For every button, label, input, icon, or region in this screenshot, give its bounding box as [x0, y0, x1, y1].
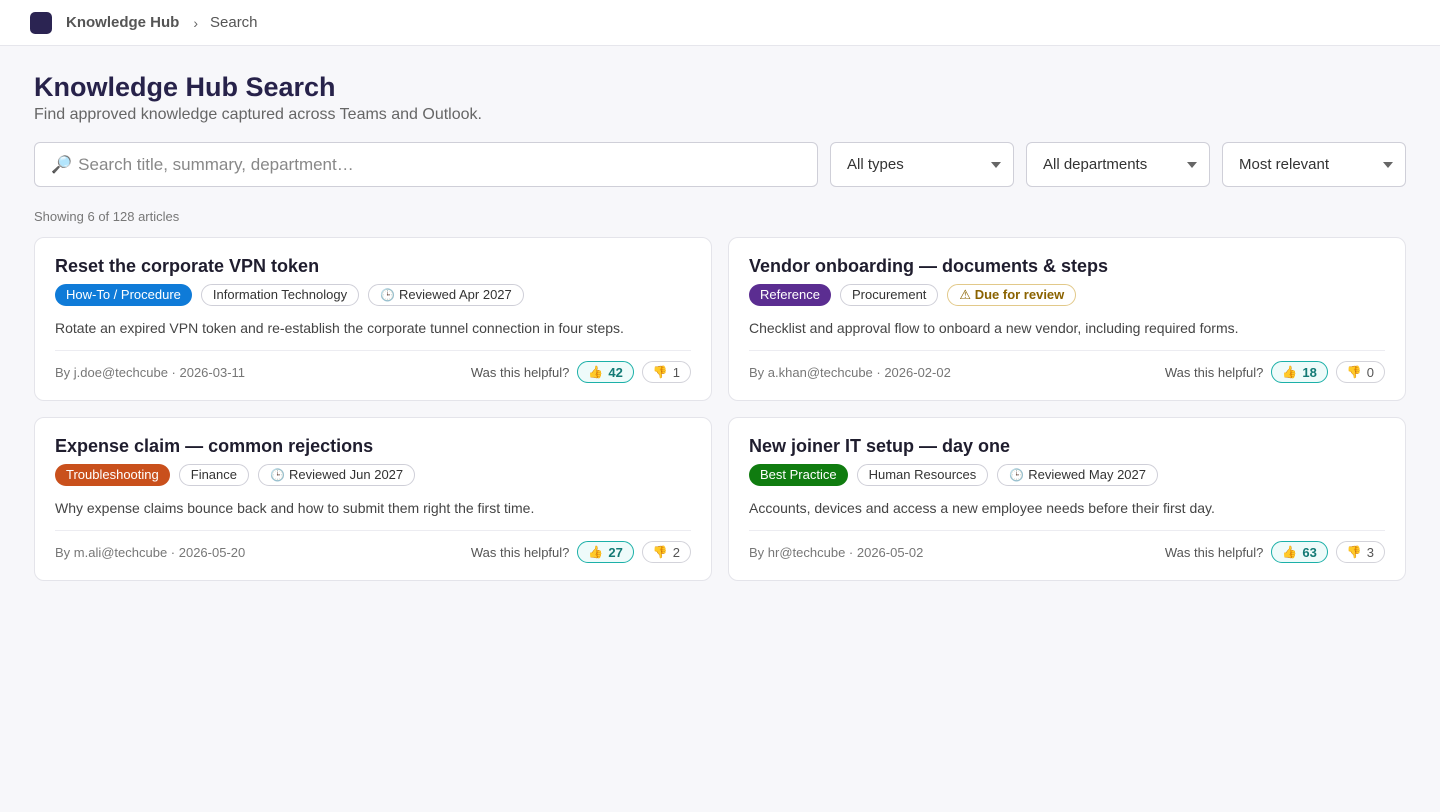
chevron-down-icon — [991, 161, 1001, 168]
thumbs-up-icon: 👍 — [1282, 365, 1298, 379]
thumbs-up-icon: 👍 — [1282, 545, 1298, 559]
breadcrumb-current: Search — [210, 14, 258, 31]
type-filter-select[interactable]: All types — [830, 142, 1014, 187]
type-badge: Best Practice — [749, 463, 848, 486]
breadcrumb-separator-icon: › — [193, 14, 198, 31]
type-badge: Troubleshooting — [55, 463, 170, 486]
thumbs-down-count: 3 — [1366, 544, 1374, 560]
department-tag: Human Resources — [856, 463, 989, 486]
card-footer: By m.ali@techcube · 2026-05-20 Was this … — [55, 531, 691, 573]
thumbs-up-count: 27 — [608, 544, 623, 560]
sort-select[interactable]: Most relevant — [1222, 142, 1406, 187]
review-tag: 🕒 Reviewed Apr 2027 — [368, 283, 524, 306]
page-title: Knowledge Hub Search — [34, 72, 336, 102]
result-count: Showing 6 of 128 articles — [34, 209, 180, 224]
due-review-tag: ⚠ Due for review — [947, 283, 1077, 306]
thumbs-down-count: 2 — [672, 544, 680, 560]
review-label: Due for review — [974, 287, 1065, 302]
thumbs-up-icon: 👍 — [588, 545, 604, 559]
article-summary: Why expense claims bounce back and how t… — [55, 500, 535, 516]
review-tag: 🕒 Reviewed May 2027 — [997, 463, 1158, 486]
article-title[interactable]: New joiner IT setup — day one — [749, 435, 1385, 457]
article-tags: How-To / Procedure Information Technolog… — [55, 283, 691, 306]
thumbs-up-count: 18 — [1302, 364, 1317, 380]
article-summary: Accounts, devices and access a new emplo… — [749, 500, 1215, 516]
thumbs-down-button[interactable]: 👎 2 — [641, 541, 691, 563]
article-card[interactable]: New joiner IT setup — day one Best Pract… — [728, 417, 1406, 581]
helpful-feedback: Was this helpful? 👍 63 👎 3 — [1165, 541, 1385, 563]
article-byline: By m.ali@techcube · 2026-05-20 — [55, 544, 246, 560]
helpful-feedback: Was this helpful? 👍 42 👎 1 — [471, 361, 691, 383]
thumbs-down-button[interactable]: 👎 0 — [1335, 361, 1385, 383]
department-filter-value: All departments — [1043, 156, 1148, 173]
article-card[interactable]: Expense claim — common rejections Troubl… — [34, 417, 712, 581]
thumbs-down-count: 0 — [1366, 364, 1374, 380]
helpful-label: Was this helpful? — [1164, 364, 1264, 380]
warning-icon: ⚠ — [959, 286, 975, 302]
thumbs-down-count: 1 — [672, 364, 680, 380]
thumbs-up-icon: 👍 — [588, 365, 604, 379]
article-summary: Rotate an expired VPN token and re-estab… — [55, 320, 624, 336]
clock-icon: 🕒 — [380, 287, 396, 302]
main-content: Knowledge Hub Search Find approved knowl… — [0, 46, 1440, 581]
article-title[interactable]: Reset the corporate VPN token — [55, 255, 691, 277]
thumbs-up-count: 42 — [608, 364, 623, 380]
thumbs-down-icon: 👎 — [1346, 365, 1362, 379]
thumbs-up-count: 63 — [1302, 544, 1317, 560]
department-filter-select[interactable]: All departments — [1026, 142, 1210, 187]
thumbs-up-button[interactable]: 👍 18 — [1271, 361, 1328, 383]
thumbs-down-icon: 👎 — [652, 545, 668, 559]
page-subtitle: Find approved knowledge captured across … — [34, 106, 482, 123]
card-footer: By a.khan@techcube · 2026-02-02 Was this… — [749, 351, 1385, 393]
filter-bar: 🔎 All types All departments Most relevan… — [34, 142, 1406, 187]
department-tag: Procurement — [839, 283, 939, 306]
article-byline: By hr@techcube · 2026-05-02 — [749, 544, 924, 560]
article-byline: By j.doe@techcube · 2026-03-11 — [55, 364, 246, 380]
breadcrumb-home[interactable]: Knowledge Hub — [66, 14, 179, 31]
search-input[interactable] — [76, 153, 817, 176]
review-tag: 🕒 Reviewed Jun 2027 — [258, 463, 416, 486]
review-label: Reviewed Apr 2027 — [399, 287, 512, 302]
article-grid: Reset the corporate VPN token How-To / P… — [34, 237, 1406, 581]
helpful-feedback: Was this helpful? 👍 18 👎 0 — [1165, 361, 1385, 383]
article-tags: Troubleshooting Finance 🕒 Reviewed Jun 2… — [55, 463, 691, 486]
article-tags: Reference Procurement ⚠ Due for review — [749, 283, 1385, 306]
card-footer: By hr@techcube · 2026-05-02 Was this hel… — [749, 531, 1385, 573]
helpful-label: Was this helpful? — [470, 544, 570, 560]
thumbs-up-button[interactable]: 👍 27 — [577, 541, 634, 563]
clock-icon: 🕒 — [1009, 467, 1025, 482]
top-bar: Knowledge Hub › Search — [0, 0, 1440, 46]
app-logo[interactable] — [30, 11, 52, 34]
article-summary: Checklist and approval flow to onboard a… — [749, 320, 1239, 336]
article-tags: Best Practice Human Resources 🕒 Reviewed… — [749, 463, 1385, 486]
article-byline: By a.khan@techcube · 2026-02-02 — [749, 364, 951, 380]
review-label: Reviewed May 2027 — [1028, 467, 1146, 482]
thumbs-down-icon: 👎 — [652, 365, 668, 379]
department-tag: Information Technology — [200, 283, 360, 306]
article-card[interactable]: Reset the corporate VPN token How-To / P… — [34, 237, 712, 401]
magnifier-icon: 🔎 — [51, 154, 73, 174]
department-tag: Finance — [178, 463, 249, 486]
review-label: Reviewed Jun 2027 — [288, 467, 404, 482]
chevron-down-icon — [1187, 161, 1197, 168]
thumbs-up-button[interactable]: 👍 42 — [577, 361, 634, 383]
chevron-down-icon — [1383, 161, 1393, 168]
clock-icon: 🕒 — [270, 467, 285, 482]
article-title[interactable]: Vendor onboarding — documents & steps — [749, 255, 1385, 277]
type-filter-value: All types — [847, 156, 904, 173]
helpful-label: Was this helpful? — [470, 364, 570, 380]
type-badge: How-To / Procedure — [55, 283, 192, 306]
thumbs-down-button[interactable]: 👎 3 — [1335, 541, 1385, 563]
article-card[interactable]: Vendor onboarding — documents & steps Re… — [728, 237, 1406, 401]
helpful-label: Was this helpful? — [1164, 544, 1264, 560]
search-box[interactable]: 🔎 — [34, 142, 818, 187]
thumbs-down-icon: 👎 — [1346, 545, 1362, 559]
type-badge: Reference — [749, 283, 831, 306]
sort-value: Most relevant — [1239, 156, 1330, 173]
thumbs-down-button[interactable]: 👎 1 — [641, 361, 691, 383]
article-title[interactable]: Expense claim — common rejections — [55, 435, 691, 457]
thumbs-up-button[interactable]: 👍 63 — [1271, 541, 1328, 563]
helpful-feedback: Was this helpful? 👍 27 👎 2 — [471, 541, 691, 563]
card-footer: By j.doe@techcube · 2026-03-11 Was this … — [55, 351, 691, 393]
